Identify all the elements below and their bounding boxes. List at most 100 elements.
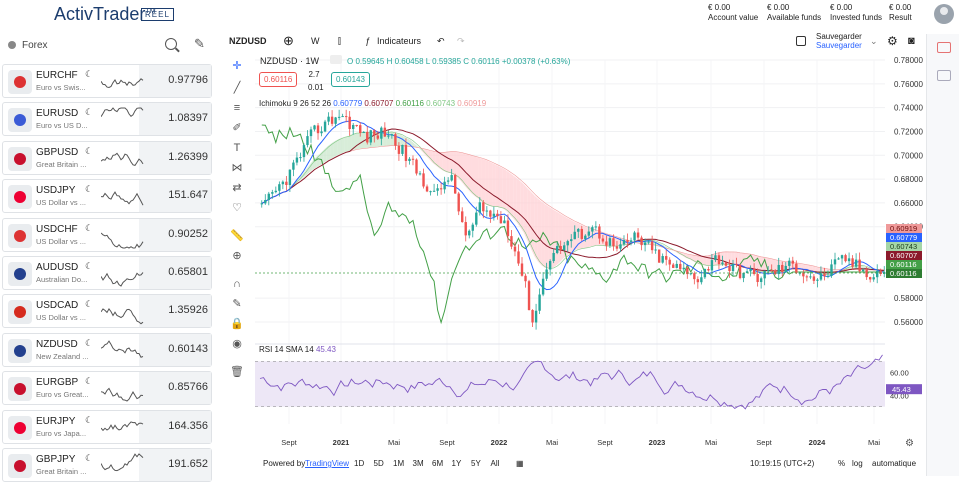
sparkline bbox=[101, 107, 144, 118]
time-tick: Sept bbox=[756, 438, 772, 447]
forecast-icon[interactable]: ⇄ bbox=[229, 180, 245, 196]
sell-price-button[interactable]: 0.60116 bbox=[259, 72, 298, 87]
price-chart[interactable]: 0.78000 0.76000 0.74000 0.72000 0.70000 0.680… bbox=[249, 52, 926, 456]
brush-icon[interactable]: ✐ bbox=[229, 120, 245, 136]
documents-icon[interactable] bbox=[937, 70, 951, 81]
market-closed-icon: ☾ bbox=[85, 69, 94, 79]
candle-body bbox=[355, 124, 358, 126]
interval-button[interactable]: W bbox=[311, 32, 320, 50]
candle-body bbox=[774, 270, 777, 275]
price-box[interactable]: 0.97796 bbox=[139, 65, 211, 97]
ruler-icon[interactable]: 📏 bbox=[229, 228, 245, 244]
watchlist-row[interactable]: USDCAD ☾ US Dollar vs ... 1.35926 bbox=[2, 294, 212, 329]
pattern-icon[interactable]: ⋈ bbox=[229, 160, 245, 176]
axis-settings-icon[interactable]: ⚙ bbox=[905, 438, 914, 449]
range-button-5d[interactable]: 5D bbox=[374, 456, 384, 472]
range-button-1y[interactable]: 1Y bbox=[452, 456, 462, 472]
crosshair-icon[interactable]: ✛ bbox=[229, 58, 245, 74]
cloud-segment bbox=[506, 170, 510, 215]
price-box[interactable]: 0.60143 bbox=[139, 333, 211, 366]
log-toggle[interactable]: log bbox=[852, 456, 863, 472]
rsi-current-text: 45.43 bbox=[892, 385, 911, 394]
price-label-text: 0.60116 bbox=[890, 260, 917, 269]
percent-toggle[interactable]: % bbox=[838, 456, 845, 472]
lock-icon[interactable]: 🔒 bbox=[229, 316, 245, 332]
candle-body bbox=[640, 237, 643, 246]
range-button-6m[interactable]: 6M bbox=[432, 456, 443, 472]
watchlist-row[interactable]: USDJPY ☾ US Dollar vs ... 151.647 bbox=[2, 179, 212, 214]
chart-type-icon[interactable]: ⫿ bbox=[338, 32, 341, 50]
watchlist-row[interactable]: AUDUSD ☾ Australian Do... 0.65801 bbox=[2, 256, 212, 290]
settings-icon[interactable]: ⚙ bbox=[887, 32, 898, 50]
price-tick: 0.72000 bbox=[894, 127, 923, 136]
save-button[interactable]: Sauvegarder Sauvegarder bbox=[816, 32, 862, 50]
flag-icon bbox=[8, 262, 32, 286]
price-tick: 0.74000 bbox=[894, 104, 923, 113]
price-box[interactable]: 0.85766 bbox=[139, 372, 211, 405]
candle-body bbox=[661, 256, 664, 263]
sparkline bbox=[101, 453, 144, 472]
watchlist-row[interactable]: EURJPY ☾ Euro vs Japa... 164.356 bbox=[2, 409, 212, 444]
candle-body bbox=[390, 134, 394, 136]
text-icon[interactable]: T bbox=[229, 140, 245, 156]
watchlist-row[interactable]: EURGBP ☾ Euro vs Great... 0.85766 bbox=[2, 371, 212, 406]
mail-icon[interactable] bbox=[937, 42, 951, 53]
zoom-icon[interactable]: ⊕ bbox=[229, 248, 245, 264]
symbol-description: Great Britain ... bbox=[36, 159, 87, 169]
watchlist-row[interactable]: EURUSD ☾ Euro vs US D... 1.08397 bbox=[2, 102, 212, 137]
price-box[interactable]: 1.26399 bbox=[139, 141, 211, 174]
price-box[interactable]: 191.652 bbox=[139, 449, 211, 481]
watchlist-row[interactable]: USDCHF ☾ US Dollar vs ... 0.90252 bbox=[2, 217, 212, 252]
camera-icon[interactable]: ◙ bbox=[908, 32, 915, 50]
lock-drawings-icon[interactable]: ✎ bbox=[229, 296, 245, 312]
watchlist-row[interactable]: NZDUSD ☾ New Zealand ... 0.60143 bbox=[2, 332, 212, 367]
stat-label: Available funds bbox=[767, 13, 822, 22]
indicators-button[interactable]: Indicateurs bbox=[377, 32, 421, 50]
chevron-down-icon[interactable]: ⌄ bbox=[870, 32, 878, 50]
watchlist-row[interactable]: GBPUSD ☾ Great Britain ... 1.26399 bbox=[2, 140, 212, 175]
auto-toggle[interactable]: automatique bbox=[872, 456, 916, 472]
watchlist-row[interactable]: EURCHF ☾ Euro vs Swis... 0.97796 bbox=[2, 64, 212, 98]
range-button-5y[interactable]: 5Y bbox=[471, 456, 481, 472]
calendar-icon[interactable]: ▦ bbox=[516, 456, 524, 472]
redo-icon[interactable]: ↷ bbox=[457, 32, 465, 50]
magnet-icon[interactable]: ∩ bbox=[229, 276, 245, 292]
trash-icon[interactable]: 🗑 bbox=[229, 364, 245, 380]
avatar[interactable] bbox=[934, 4, 954, 24]
tradingview-link[interactable]: TradingView bbox=[305, 456, 349, 472]
stat-result: € 0.00 Result bbox=[889, 3, 912, 23]
candle-body bbox=[872, 277, 875, 280]
candle-body bbox=[292, 162, 295, 170]
eye-icon[interactable]: ◉ bbox=[229, 336, 245, 352]
candle-body bbox=[309, 129, 313, 137]
watchlist-row[interactable]: GBPJPY ☾ Great Britain ... 191.652 bbox=[2, 448, 212, 482]
price-box[interactable]: 1.35926 bbox=[139, 295, 211, 328]
save-checkbox[interactable] bbox=[796, 36, 806, 46]
trendline-icon[interactable]: ╱ bbox=[229, 80, 245, 96]
price-box[interactable]: 0.90252 bbox=[139, 218, 211, 251]
sparkline bbox=[101, 420, 144, 431]
buy-price-button[interactable]: 0.60143 bbox=[331, 72, 370, 87]
candle-body bbox=[380, 127, 383, 139]
cloud-segment bbox=[344, 136, 348, 153]
range-button-all[interactable]: All bbox=[491, 456, 500, 472]
symbol-search[interactable]: NZDUSD bbox=[229, 32, 267, 50]
search-icon[interactable] bbox=[165, 38, 177, 50]
price-box[interactable]: 164.356 bbox=[139, 410, 211, 443]
price-box[interactable]: 0.65801 bbox=[139, 257, 211, 289]
market-closed-icon: ☾ bbox=[85, 453, 94, 463]
horizontal-lines-icon[interactable]: ≡ bbox=[229, 100, 245, 116]
collapse-legend-icon[interactable] bbox=[330, 55, 342, 64]
range-button-1m[interactable]: 1M bbox=[393, 456, 404, 472]
edit-icon[interactable]: ✎ bbox=[194, 36, 205, 52]
range-button-1d[interactable]: 1D bbox=[354, 456, 364, 472]
price-box[interactable]: 1.08397 bbox=[139, 103, 211, 136]
undo-icon[interactable]: ↶ bbox=[437, 32, 445, 50]
candle-body bbox=[489, 210, 492, 217]
cloud-segment bbox=[502, 168, 507, 211]
add-symbol-icon[interactable]: ⊕ bbox=[283, 32, 294, 50]
favorites-icon[interactable]: ♡ bbox=[229, 200, 245, 216]
price-box[interactable]: 151.647 bbox=[139, 180, 211, 213]
cloud-segment bbox=[523, 184, 528, 241]
range-button-3m[interactable]: 3M bbox=[413, 456, 424, 472]
